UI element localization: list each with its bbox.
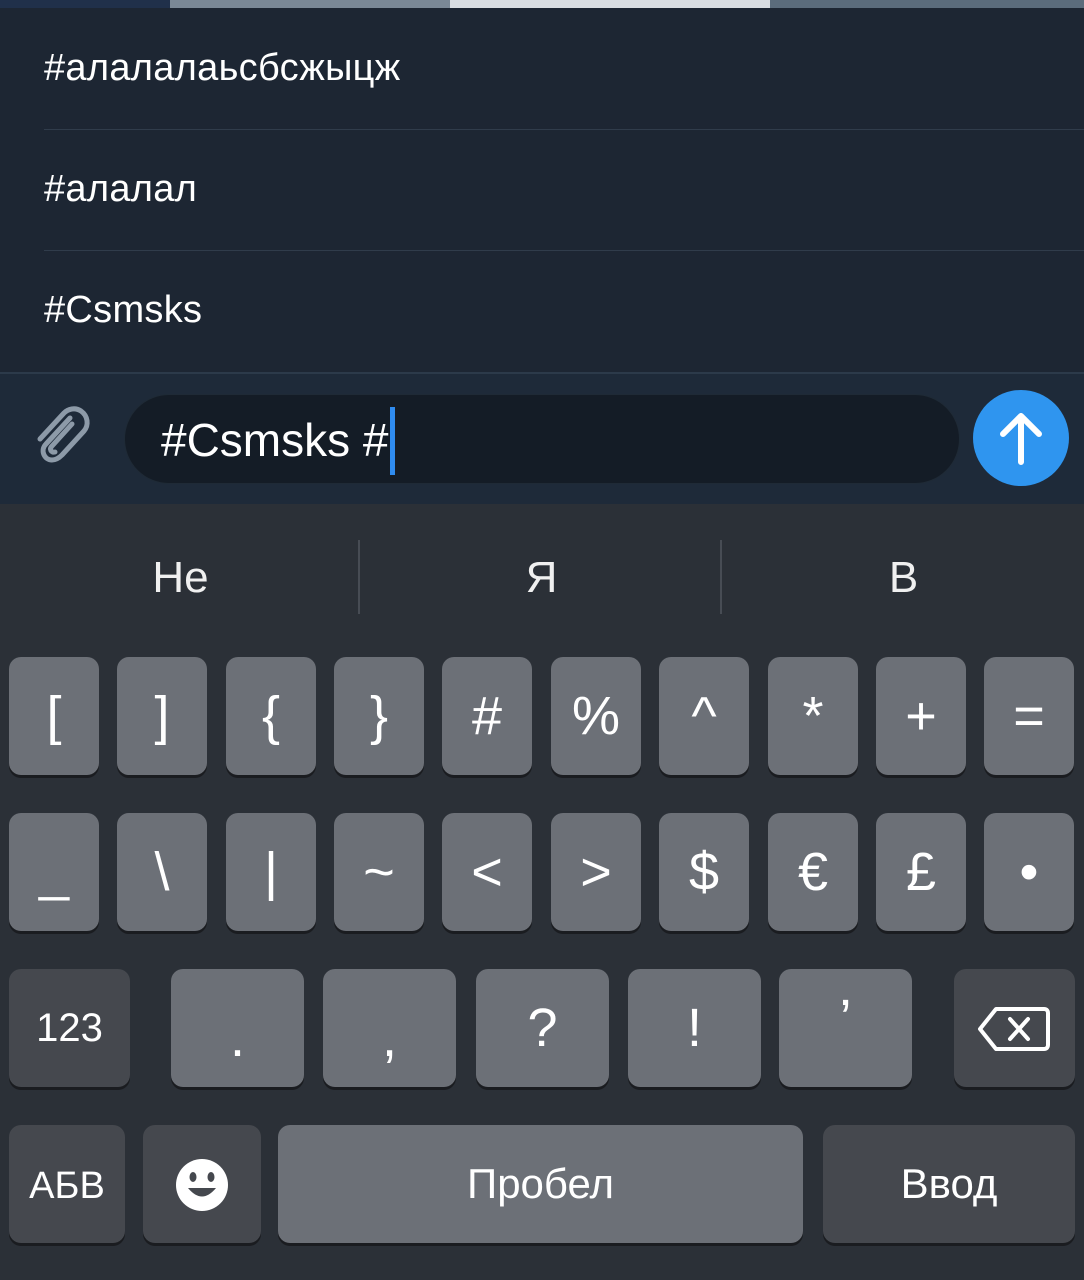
space-key[interactable]: Пробел (278, 1125, 803, 1243)
key-label: * (802, 686, 824, 746)
backspace-icon (978, 1007, 1050, 1051)
hashtag-suggestion[interactable]: #алалалаьсбсжыцж (0, 8, 1084, 128)
key-equals[interactable]: = (984, 657, 1074, 775)
hashtag-suggestion-label: #алалал (44, 168, 198, 210)
send-button[interactable] (973, 390, 1069, 486)
message-input[interactable]: #Csmsks # (124, 394, 960, 484)
divider (358, 540, 360, 614)
hashtag-suggestion-label: #Csmsks (44, 289, 203, 331)
paperclip-icon (37, 406, 90, 463)
key-label: } (369, 686, 389, 746)
key-label: { (261, 686, 281, 746)
key-label: _ (38, 842, 70, 902)
key-tilde[interactable]: ~ (334, 813, 424, 931)
key-label: Ввод (900, 1160, 998, 1207)
key-label: # (471, 686, 503, 746)
key-dollar[interactable]: $ (659, 813, 749, 931)
prediction-1[interactable]: Не (0, 504, 361, 652)
key-percent[interactable]: % (551, 657, 641, 775)
prediction-2[interactable]: Я (361, 504, 722, 652)
key-label: \ (154, 842, 170, 902)
arrow-up-icon (1000, 413, 1042, 465)
key-pound[interactable]: £ (876, 813, 966, 931)
key-backslash[interactable]: \ (117, 813, 207, 931)
hashtag-suggestion-list: #алалалаьсбсжыцж #алалал #Csmsks (0, 8, 1084, 372)
divider (720, 540, 722, 614)
return-key[interactable]: Ввод (823, 1125, 1075, 1243)
key-plus[interactable]: + (876, 657, 966, 775)
key-label: | (263, 842, 279, 902)
key-less-than[interactable]: < (442, 813, 532, 931)
key-label: . (229, 1008, 245, 1068)
key-label: ^ (691, 686, 717, 746)
keyboard: Не Я В [ ] { } # % ^ * + = _ \ | ~ < > $… (0, 504, 1084, 1280)
key-right-brace[interactable]: } (334, 657, 424, 775)
key-label: £ (905, 842, 937, 902)
emoji-icon (176, 1159, 228, 1211)
message-input-text: #Csmsks # (161, 414, 389, 466)
hashtag-suggestion-label: #алалалаьсбсжыцж (44, 47, 401, 89)
key-left-brace[interactable]: { (226, 657, 316, 775)
key-label: , (381, 1008, 397, 1068)
key-alphabet-mode[interactable]: АБВ (9, 1125, 125, 1243)
hashtag-suggestion[interactable]: #Csmsks (0, 250, 1084, 370)
key-label: Пробел (467, 1160, 614, 1207)
key-label: ] (154, 686, 170, 746)
key-hash[interactable]: # (442, 657, 532, 775)
key-apostrophe[interactable]: ’ (779, 969, 912, 1087)
key-underscore[interactable]: _ (9, 813, 99, 931)
key-comma[interactable]: , (323, 969, 456, 1087)
text-cursor (390, 406, 396, 475)
key-left-bracket[interactable]: [ (9, 657, 99, 775)
attach-button[interactable] (26, 400, 98, 472)
key-label: ! (686, 998, 702, 1058)
key-caret[interactable]: ^ (659, 657, 749, 775)
key-asterisk[interactable]: * (768, 657, 858, 775)
key-label: € (797, 842, 829, 902)
key-numbers-mode[interactable]: 123 (9, 969, 130, 1087)
key-label: > (580, 842, 612, 902)
key-label: % (571, 686, 620, 746)
key-label: < (471, 842, 503, 902)
key-question[interactable]: ? (476, 969, 609, 1087)
hashtag-suggestion[interactable]: #алалал (0, 129, 1084, 249)
key-bullet[interactable]: • (984, 813, 1074, 931)
key-label: + (905, 686, 937, 746)
key-period[interactable]: . (171, 969, 304, 1087)
key-label: • (1019, 842, 1039, 902)
key-label: $ (688, 842, 720, 902)
key-greater-than[interactable]: > (551, 813, 641, 931)
key-label: ~ (363, 842, 395, 902)
key-label: [ (46, 686, 62, 746)
key-label: ’ (839, 989, 852, 1049)
emoji-key[interactable] (143, 1125, 261, 1243)
message-compose-bar: #Csmsks # (0, 372, 1084, 504)
prediction-3[interactable]: В (723, 504, 1084, 652)
key-right-bracket[interactable]: ] (117, 657, 207, 775)
key-label: 123 (36, 1006, 103, 1050)
key-label: = (1013, 686, 1045, 746)
key-euro[interactable]: € (768, 813, 858, 931)
key-pipe[interactable]: | (226, 813, 316, 931)
key-label: АБВ (29, 1165, 105, 1207)
key-exclamation[interactable]: ! (628, 969, 761, 1087)
backspace-key[interactable] (954, 969, 1075, 1087)
key-label: ? (527, 998, 558, 1058)
